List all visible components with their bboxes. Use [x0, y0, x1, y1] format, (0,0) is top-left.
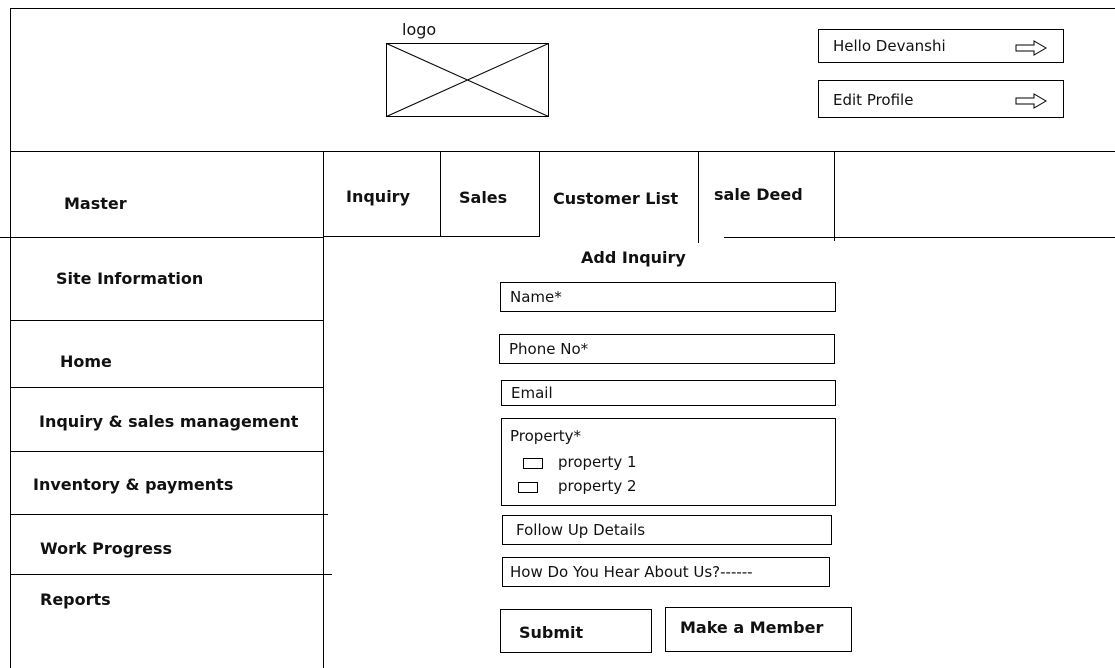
sidebar-item-label: Site Information	[56, 269, 204, 288]
property-option-label: property 2	[558, 477, 637, 495]
tab-label: sale Deed	[714, 185, 803, 204]
tab-label: Customer List	[553, 189, 679, 208]
submit-button[interactable]: Submit	[500, 609, 652, 653]
sidebar-item-label: Home	[60, 352, 112, 371]
sidebar-item-work-progress[interactable]: Work Progress	[11, 515, 323, 574]
sidebar-item-inquiry-sales-management[interactable]: Inquiry & sales management	[11, 388, 323, 451]
make-member-button[interactable]: Make a Member	[665, 607, 852, 652]
logo-placeholder-icon	[386, 43, 549, 117]
tab-sales[interactable]: Sales	[441, 152, 539, 236]
follow-up-field[interactable]: Follow Up Details	[502, 515, 832, 545]
greeting-label: Hello Devanshi	[833, 37, 946, 55]
tab-label: Sales	[459, 188, 508, 207]
tabs-bottom-border	[724, 237, 1115, 238]
hear-about-label: How Do You Hear About Us?------	[510, 563, 753, 581]
property-1-checkbox[interactable]	[523, 458, 543, 469]
tab-customer-list[interactable]: Customer List	[540, 152, 698, 236]
sidebar-item-label: Work Progress	[40, 539, 173, 558]
phone-field[interactable]: Phone No*	[499, 334, 835, 364]
property-option-1[interactable]: property 1	[518, 452, 678, 474]
tab-label: Inquiry	[346, 187, 410, 206]
tab-inquiry[interactable]: Inquiry	[324, 152, 440, 236]
phone-placeholder: Phone No*	[509, 340, 589, 358]
sidebar-item-inventory-payments[interactable]: Inventory & payments	[11, 452, 323, 514]
right-arrow-icon	[1015, 40, 1047, 56]
follow-up-label: Follow Up Details	[516, 521, 646, 539]
sidebar-item-label: Inquiry & sales management	[39, 412, 299, 431]
tabs-bottom-border	[324, 236, 540, 237]
sidebar-header-master: Master	[64, 194, 127, 213]
sidebar-item-home[interactable]: Home	[11, 321, 323, 387]
form-title: Add Inquiry	[581, 248, 686, 267]
hear-about-select[interactable]: How Do You Hear About Us?------	[502, 557, 830, 587]
property-option-label: property 1	[558, 453, 637, 471]
property-2-checkbox[interactable]	[518, 482, 538, 493]
right-arrow-icon	[1015, 93, 1047, 109]
frame-top-border	[10, 8, 1115, 9]
email-field[interactable]: Email	[501, 380, 836, 406]
edit-profile-button[interactable]: Edit Profile	[818, 80, 1064, 118]
property-label: Property*	[510, 427, 581, 445]
property-option-2[interactable]: property 2	[518, 476, 678, 498]
sidebar-item-reports[interactable]: Reports	[11, 575, 323, 635]
name-placeholder: Name*	[510, 288, 562, 306]
property-group: Property* property 1 property 2	[501, 418, 836, 506]
greeting-button[interactable]: Hello Devanshi	[818, 29, 1064, 63]
sidebar-item-label: Inventory & payments	[33, 475, 234, 494]
logo-label: logo	[402, 20, 437, 39]
email-placeholder: Email	[511, 384, 553, 402]
tab-divider	[834, 151, 835, 241]
tab-sale-deed[interactable]: sale Deed	[699, 152, 834, 236]
sidebar-item-site-information[interactable]: Site Information	[11, 238, 323, 320]
name-field[interactable]: Name*	[500, 282, 836, 312]
sidebar-item-label: Reports	[40, 590, 111, 609]
edit-profile-label: Edit Profile	[833, 91, 914, 109]
